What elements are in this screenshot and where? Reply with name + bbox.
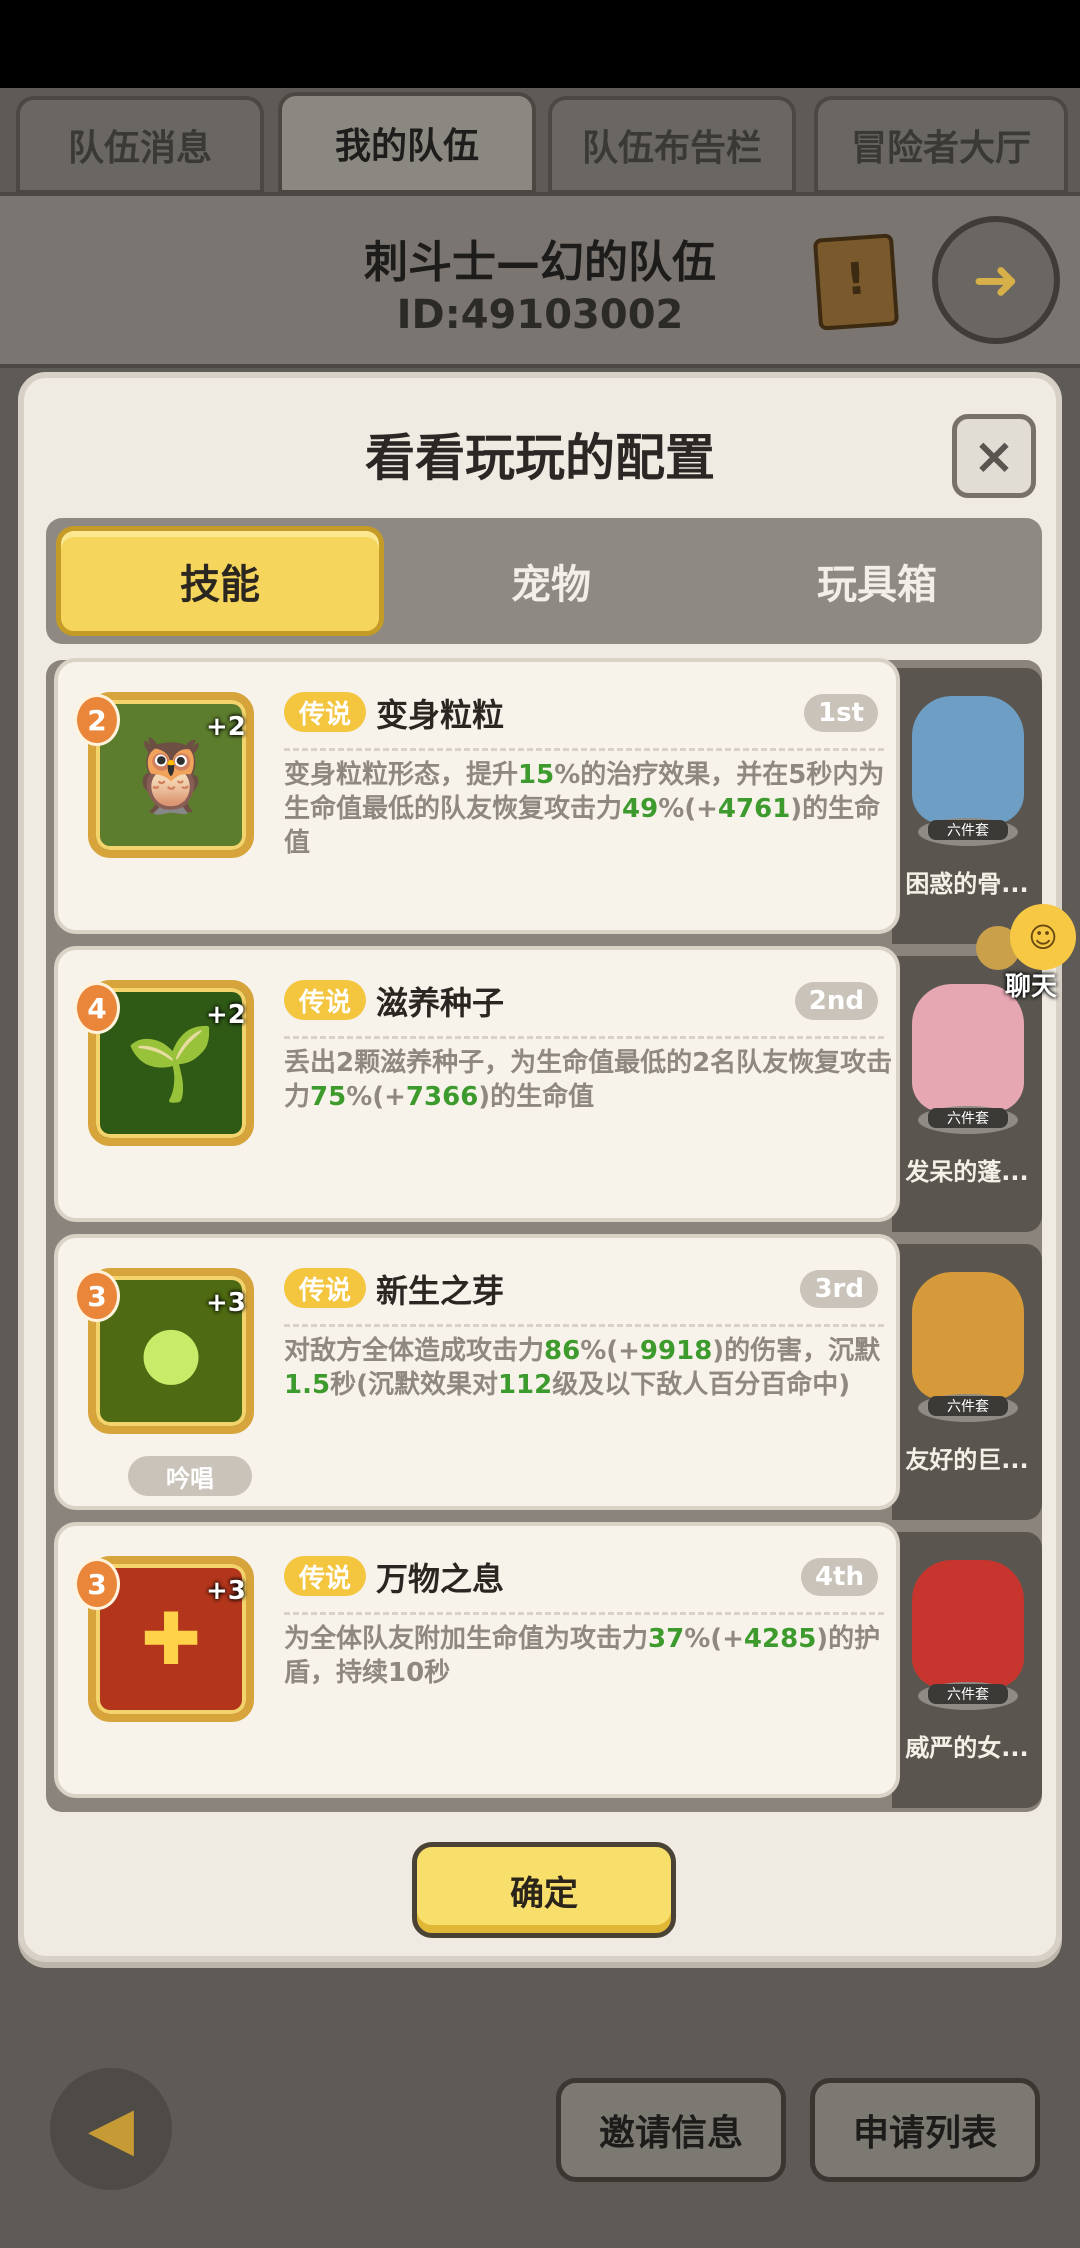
chat-label: 聊天 [1004,972,1057,1002]
tab-skills[interactable]: 技能 [56,526,384,636]
level-badge: 3 [74,1558,120,1610]
pet-slot[interactable]: 六件套 威严的女... [892,1532,1042,1808]
tab-adventurer-hall[interactable]: 冒险者大厅 [814,96,1068,194]
chant-tag: 吟唱 [128,1456,252,1496]
skill-name: 变身粒粒 [376,696,505,734]
skill-name: 万物之息 [376,1560,505,1598]
rank-badge: 4th [800,1558,878,1596]
skill-description: 对敌方全体造成攻击力86%(+9918)的伤害，沉默1.5秒(沉默效果对112级… [284,1336,881,1400]
close-button[interactable]: × [952,414,1036,498]
pet-set-label: 六件套 [928,1108,1008,1128]
skill-description: 为全体队友附加生命值为攻击力37%(+4285)的护盾，持续10秒 [284,1624,881,1688]
config-tab-bar: 技能 宠物 玩具箱 [46,518,1042,644]
skill-list: 六件套 困惑的骨... 🦉 2 +2 传说 变身粒粒 1st 变身粒粒形态，提升… [46,658,1042,1812]
divider [284,1612,884,1615]
apply-list-button[interactable]: 申请列表 [810,2078,1040,2182]
pet-name: 威严的女... [905,1734,1029,1762]
tab-team-messages[interactable]: 队伍消息 [16,96,264,194]
tab-my-team[interactable]: 我的队伍 [278,92,536,194]
pet-slot[interactable]: 六件套 困惑的骨... [892,668,1042,944]
pet-image [912,696,1024,824]
plus-badge: +3 [206,1576,246,1606]
chat-button[interactable]: ☺ 聊天 [976,904,1076,1004]
pet-set-label: 六件套 [928,1396,1008,1416]
back-arrow-icon: ◀ [87,2094,135,2164]
divider [284,748,884,751]
tab-team-board[interactable]: 队伍布告栏 [548,96,796,194]
pet-image [912,1560,1024,1688]
confirm-button[interactable]: 确定 [412,1842,676,1938]
plus-badge: +2 [206,712,246,742]
exit-arrow-icon: ➜ [972,247,1020,313]
tab-toy-box[interactable]: 玩具箱 [718,526,1036,636]
level-badge: 2 [74,694,120,746]
plus-badge: +2 [206,1000,246,1030]
rank-badge: 1st [804,694,878,732]
pet-image [912,1272,1024,1400]
skill-card[interactable]: 🦉 2 +2 传说 变身粒粒 1st 变身粒粒形态，提升15%的治疗效果，并在5… [54,658,900,934]
status-bar [0,0,1080,88]
level-badge: 4 [74,982,120,1034]
skill-name: 新生之芽 [376,1272,505,1310]
tab-pets[interactable]: 宠物 [392,526,710,636]
divider [284,1036,884,1039]
skill-card[interactable]: ● 3 +3 吟唱 传说 新生之芽 3rd 对敌方全体造成攻击力86%(+991… [54,1234,900,1510]
rarity-badge: 传说 [284,692,366,732]
skill-name: 滋养种子 [376,984,505,1022]
pet-name: 发呆的蓬... [905,1158,1029,1186]
modal-title: 看看玩玩的配置 [365,429,715,487]
skill-description: 变身粒粒形态，提升15%的治疗效果，并在5秒内为生命值最低的队友恢复攻击力49%… [284,760,885,858]
pet-name: 友好的巨... [905,1446,1029,1474]
chat-face-icon: ☺ [1010,904,1076,970]
rarity-badge: 传说 [284,980,366,1020]
level-badge: 3 [74,1270,120,1322]
skill-card[interactable]: ✚ 3 +3 传说 万物之息 4th 为全体队友附加生命值为攻击力37%(+42… [54,1522,900,1798]
team-header: 刺斗士—幻的队伍 ID:49103002 ➜ [0,192,1080,368]
close-icon: × [973,427,1015,485]
rank-badge: 2nd [794,982,878,1020]
rarity-badge: 传说 [284,1556,366,1596]
divider [284,1324,884,1327]
top-tab-bar: 队伍消息 我的队伍 队伍布告栏 冒险者大厅 [0,92,1080,194]
team-id: ID:49103002 [396,292,684,338]
config-modal: 看看玩玩的配置 × 技能 宠物 玩具箱 六件套 困惑的骨... 🦉 2 +2 传… [18,372,1062,1962]
rank-badge: 3rd [800,1270,878,1308]
exit-team-button[interactable]: ➜ [932,216,1060,344]
skill-card[interactable]: 🌱 4 +2 传说 滋养种子 2nd 丢出2颗滋养种子，为生命值最低的2名队友恢… [54,946,900,1222]
pet-name: 困惑的骨... [905,870,1029,898]
notice-scroll-icon[interactable] [812,233,900,331]
pet-slot[interactable]: 六件套 友好的巨... [892,1244,1042,1520]
plus-badge: +3 [206,1288,246,1318]
pet-set-label: 六件套 [928,1684,1008,1704]
invite-info-button[interactable]: 邀请信息 [556,2078,786,2182]
rarity-badge: 传说 [284,1268,366,1308]
back-button[interactable]: ◀ [50,2068,172,2190]
team-name: 刺斗士—幻的队伍 [364,237,716,288]
skill-description: 丢出2颗滋养种子，为生命值最低的2名队友恢复攻击力75%(+7366)的生命值 [284,1048,893,1112]
pet-set-label: 六件套 [928,820,1008,840]
